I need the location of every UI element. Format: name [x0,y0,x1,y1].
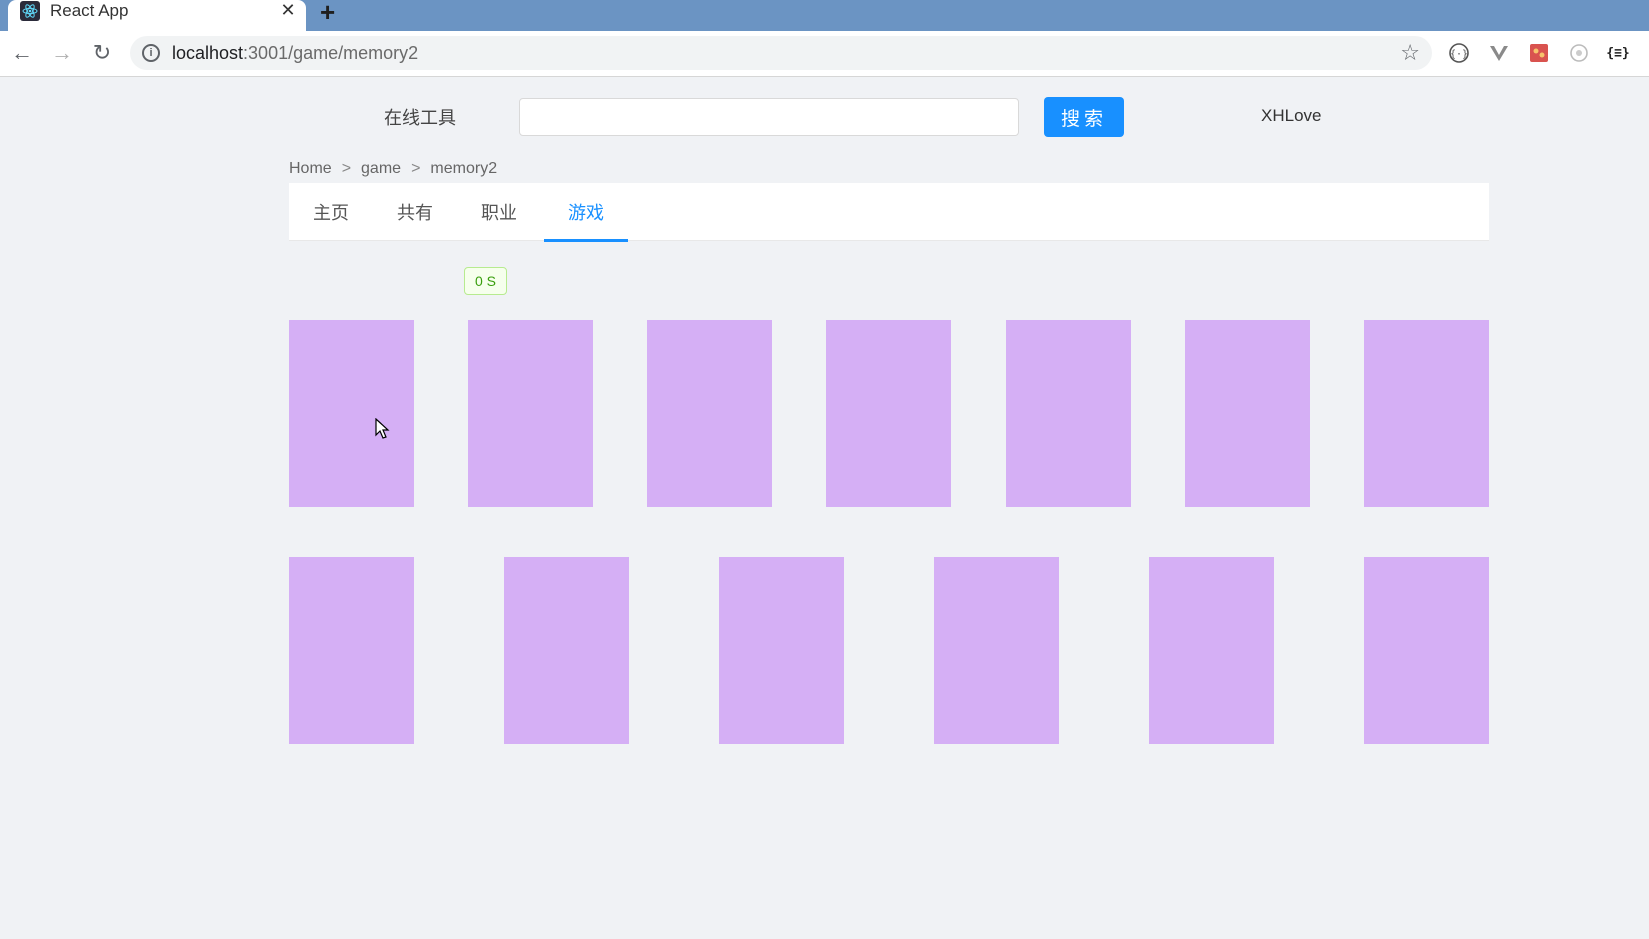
nav-tabs: 主页 共有 职业 游戏 [289,183,1489,242]
react-icon [20,1,40,21]
reload-icon[interactable]: ↻ [88,39,116,67]
extension-braces-icon[interactable]: {·} [1447,41,1471,65]
memory-card[interactable] [826,320,951,507]
page-content: 在线工具 搜索 XHLove Home > game > memory2 主页 … [0,78,1649,939]
search-button[interactable]: 搜索 [1044,97,1124,137]
search-input[interactable] [519,98,1019,136]
forward-icon[interactable]: → [48,39,76,67]
site-name[interactable]: 在线工具 [384,104,456,130]
browser-tab[interactable]: React App ✕ [8,0,306,31]
user-name[interactable]: XHLove [1261,106,1321,126]
memory-card[interactable] [504,557,629,744]
breadcrumb-home[interactable]: Home [289,160,332,178]
url-text[interactable]: localhost:3001/game/memory2 [172,43,418,64]
tab-home[interactable]: 主页 [289,183,373,241]
extension-red-icon[interactable] [1527,41,1551,65]
browser-tab-strip: React App ✕ + [0,0,1649,31]
bookmark-star-icon[interactable]: ☆ [1400,40,1420,66]
tab-close-icon[interactable]: ✕ [278,0,298,21]
address-bar[interactable]: i localhost:3001/game/memory2 ☆ [130,36,1432,70]
timer-badge: 0 S [464,267,507,295]
new-tab-button[interactable]: + [320,0,335,28]
breadcrumb: Home > game > memory2 [289,160,497,178]
tab-career[interactable]: 职业 [457,183,541,241]
memory-card[interactable] [468,320,593,507]
memory-card[interactable] [1364,557,1489,744]
memory-card[interactable] [1006,320,1131,507]
memory-card[interactable] [1185,320,1310,507]
back-icon[interactable]: ← [8,39,36,67]
memory-card[interactable] [289,557,414,744]
svg-text:{·}: {·} [1450,49,1468,60]
tab-title: React App [50,1,129,20]
vue-devtools-icon[interactable] [1487,41,1511,65]
memory-card[interactable] [647,320,772,507]
breadcrumb-separator: > [341,160,352,177]
breadcrumb-separator: > [411,160,421,177]
memory-card[interactable] [1149,557,1274,744]
memory-card[interactable] [289,320,414,507]
extension-lens-icon[interactable] [1567,41,1591,65]
breadcrumb-game[interactable]: game [361,160,401,178]
breadcrumb-memory2: memory2 [430,160,498,177]
browser-toolbar: ← → ↻ i localhost:3001/game/memory2 ☆ {·… [0,31,1649,77]
tab-game[interactable]: 游戏 [544,183,628,242]
info-icon[interactable]: i [142,44,160,62]
tab-common[interactable]: 共有 [373,183,457,241]
memory-card[interactable] [719,557,844,744]
memory-card[interactable] [934,557,1059,744]
json-viewer-icon[interactable]: {≡} [1606,41,1630,65]
memory-card[interactable] [1364,320,1489,507]
